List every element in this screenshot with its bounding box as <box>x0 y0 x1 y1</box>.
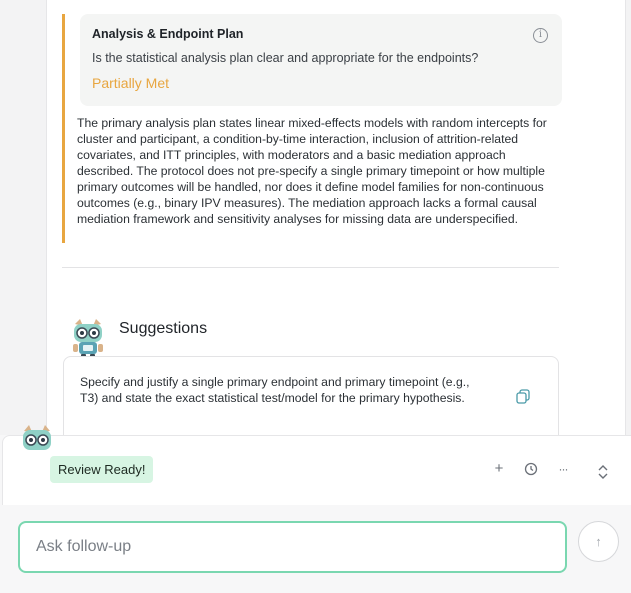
clock-icon[interactable] <box>524 461 538 477</box>
info-icon[interactable]: i <box>533 28 548 43</box>
suggestion-card: Specify and justify a single primary end… <box>63 356 559 446</box>
followup-input[interactable] <box>20 523 565 571</box>
cat-robot-avatar-icon <box>23 425 51 450</box>
chevron-up-down-icon[interactable] <box>596 464 610 480</box>
copy-icon[interactable] <box>516 389 530 404</box>
review-ready-badge: Review Ready! <box>50 456 154 483</box>
arrow-up-icon: ↑ <box>595 534 602 549</box>
followup-input-wrapper <box>18 521 567 573</box>
cat-robot-avatar-icon <box>73 319 103 358</box>
add-icon[interactable]: + <box>492 461 506 477</box>
criterion-title: Analysis & Endpoint Plan <box>92 27 244 41</box>
section-divider <box>62 267 559 268</box>
send-button[interactable]: ↑ <box>578 521 619 562</box>
suggestion-text: Specify and justify a single primary end… <box>80 375 470 405</box>
more-options-icon[interactable]: ··· <box>556 461 570 477</box>
suggestions-title: Suggestions <box>119 320 208 337</box>
criterion-card: Analysis & Endpoint Plan Is the statisti… <box>80 14 562 106</box>
criterion-section: Analysis & Endpoint Plan Is the statisti… <box>62 14 562 243</box>
criterion-question: Is the statistical analysis plan clear a… <box>92 51 479 65</box>
criterion-explanation: The primary analysis plan states linear … <box>77 116 547 226</box>
criterion-status-badge: Partially Met <box>92 75 170 91</box>
